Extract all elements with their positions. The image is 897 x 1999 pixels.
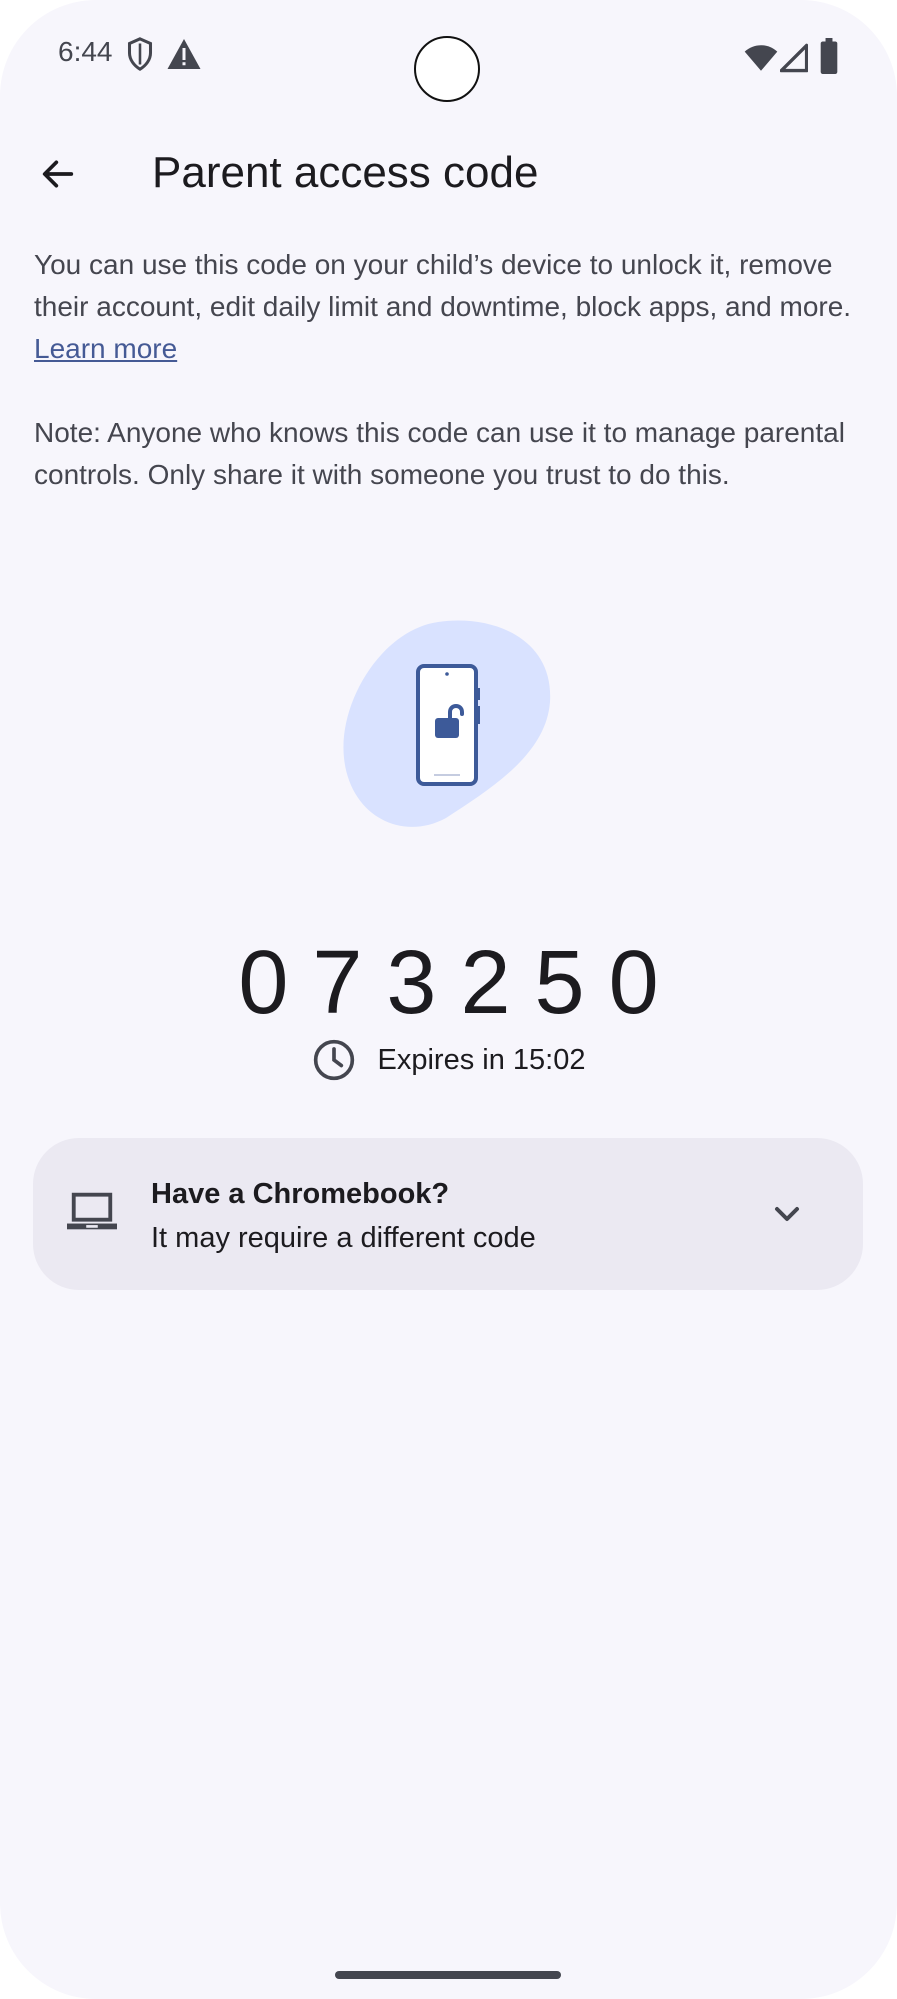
status-bar: 6:44: [0, 0, 897, 110]
laptop-icon: [67, 1192, 117, 1230]
description-text: You can use this code on your child’s de…: [34, 244, 864, 370]
screen: 6:44 Parent access code You can use this…: [0, 0, 897, 1999]
note-text: Note: Anyone who knows this code can use…: [34, 417, 845, 490]
camera-cutout: [414, 36, 480, 102]
shield-icon: [127, 37, 153, 71]
illustration-lock: [435, 718, 459, 738]
wifi-icon: [744, 45, 778, 71]
status-time: 6:44: [58, 36, 113, 67]
expires-label: Expires in 15:02: [377, 1043, 586, 1076]
back-button[interactable]: [30, 146, 86, 202]
description-body: You can use this code on your child’s de…: [34, 249, 852, 322]
chromebook-card[interactable]: Have a Chromebook? It may require a diff…: [33, 1138, 863, 1290]
signal-icon: [780, 43, 808, 73]
page-title: Parent access code: [152, 148, 539, 197]
alert-icon: [167, 39, 201, 69]
arrow-back-icon: [42, 160, 74, 188]
access-code: 073250: [238, 933, 683, 1033]
card-title: Have a Chromebook?: [151, 1178, 450, 1210]
phone-unlock-illustration: [343, 620, 551, 827]
learn-more-link[interactable]: Learn more: [34, 333, 177, 364]
chevron-down-icon[interactable]: [767, 1194, 807, 1234]
app-bar: Parent access code: [0, 130, 897, 220]
card-subtitle: It may require a different code: [151, 1222, 536, 1254]
clock-icon: [313, 1039, 354, 1081]
battery-icon: [820, 38, 838, 74]
expires-row: Expires in 15:02: [0, 1038, 897, 1082]
home-indicator[interactable]: [335, 1971, 561, 1979]
